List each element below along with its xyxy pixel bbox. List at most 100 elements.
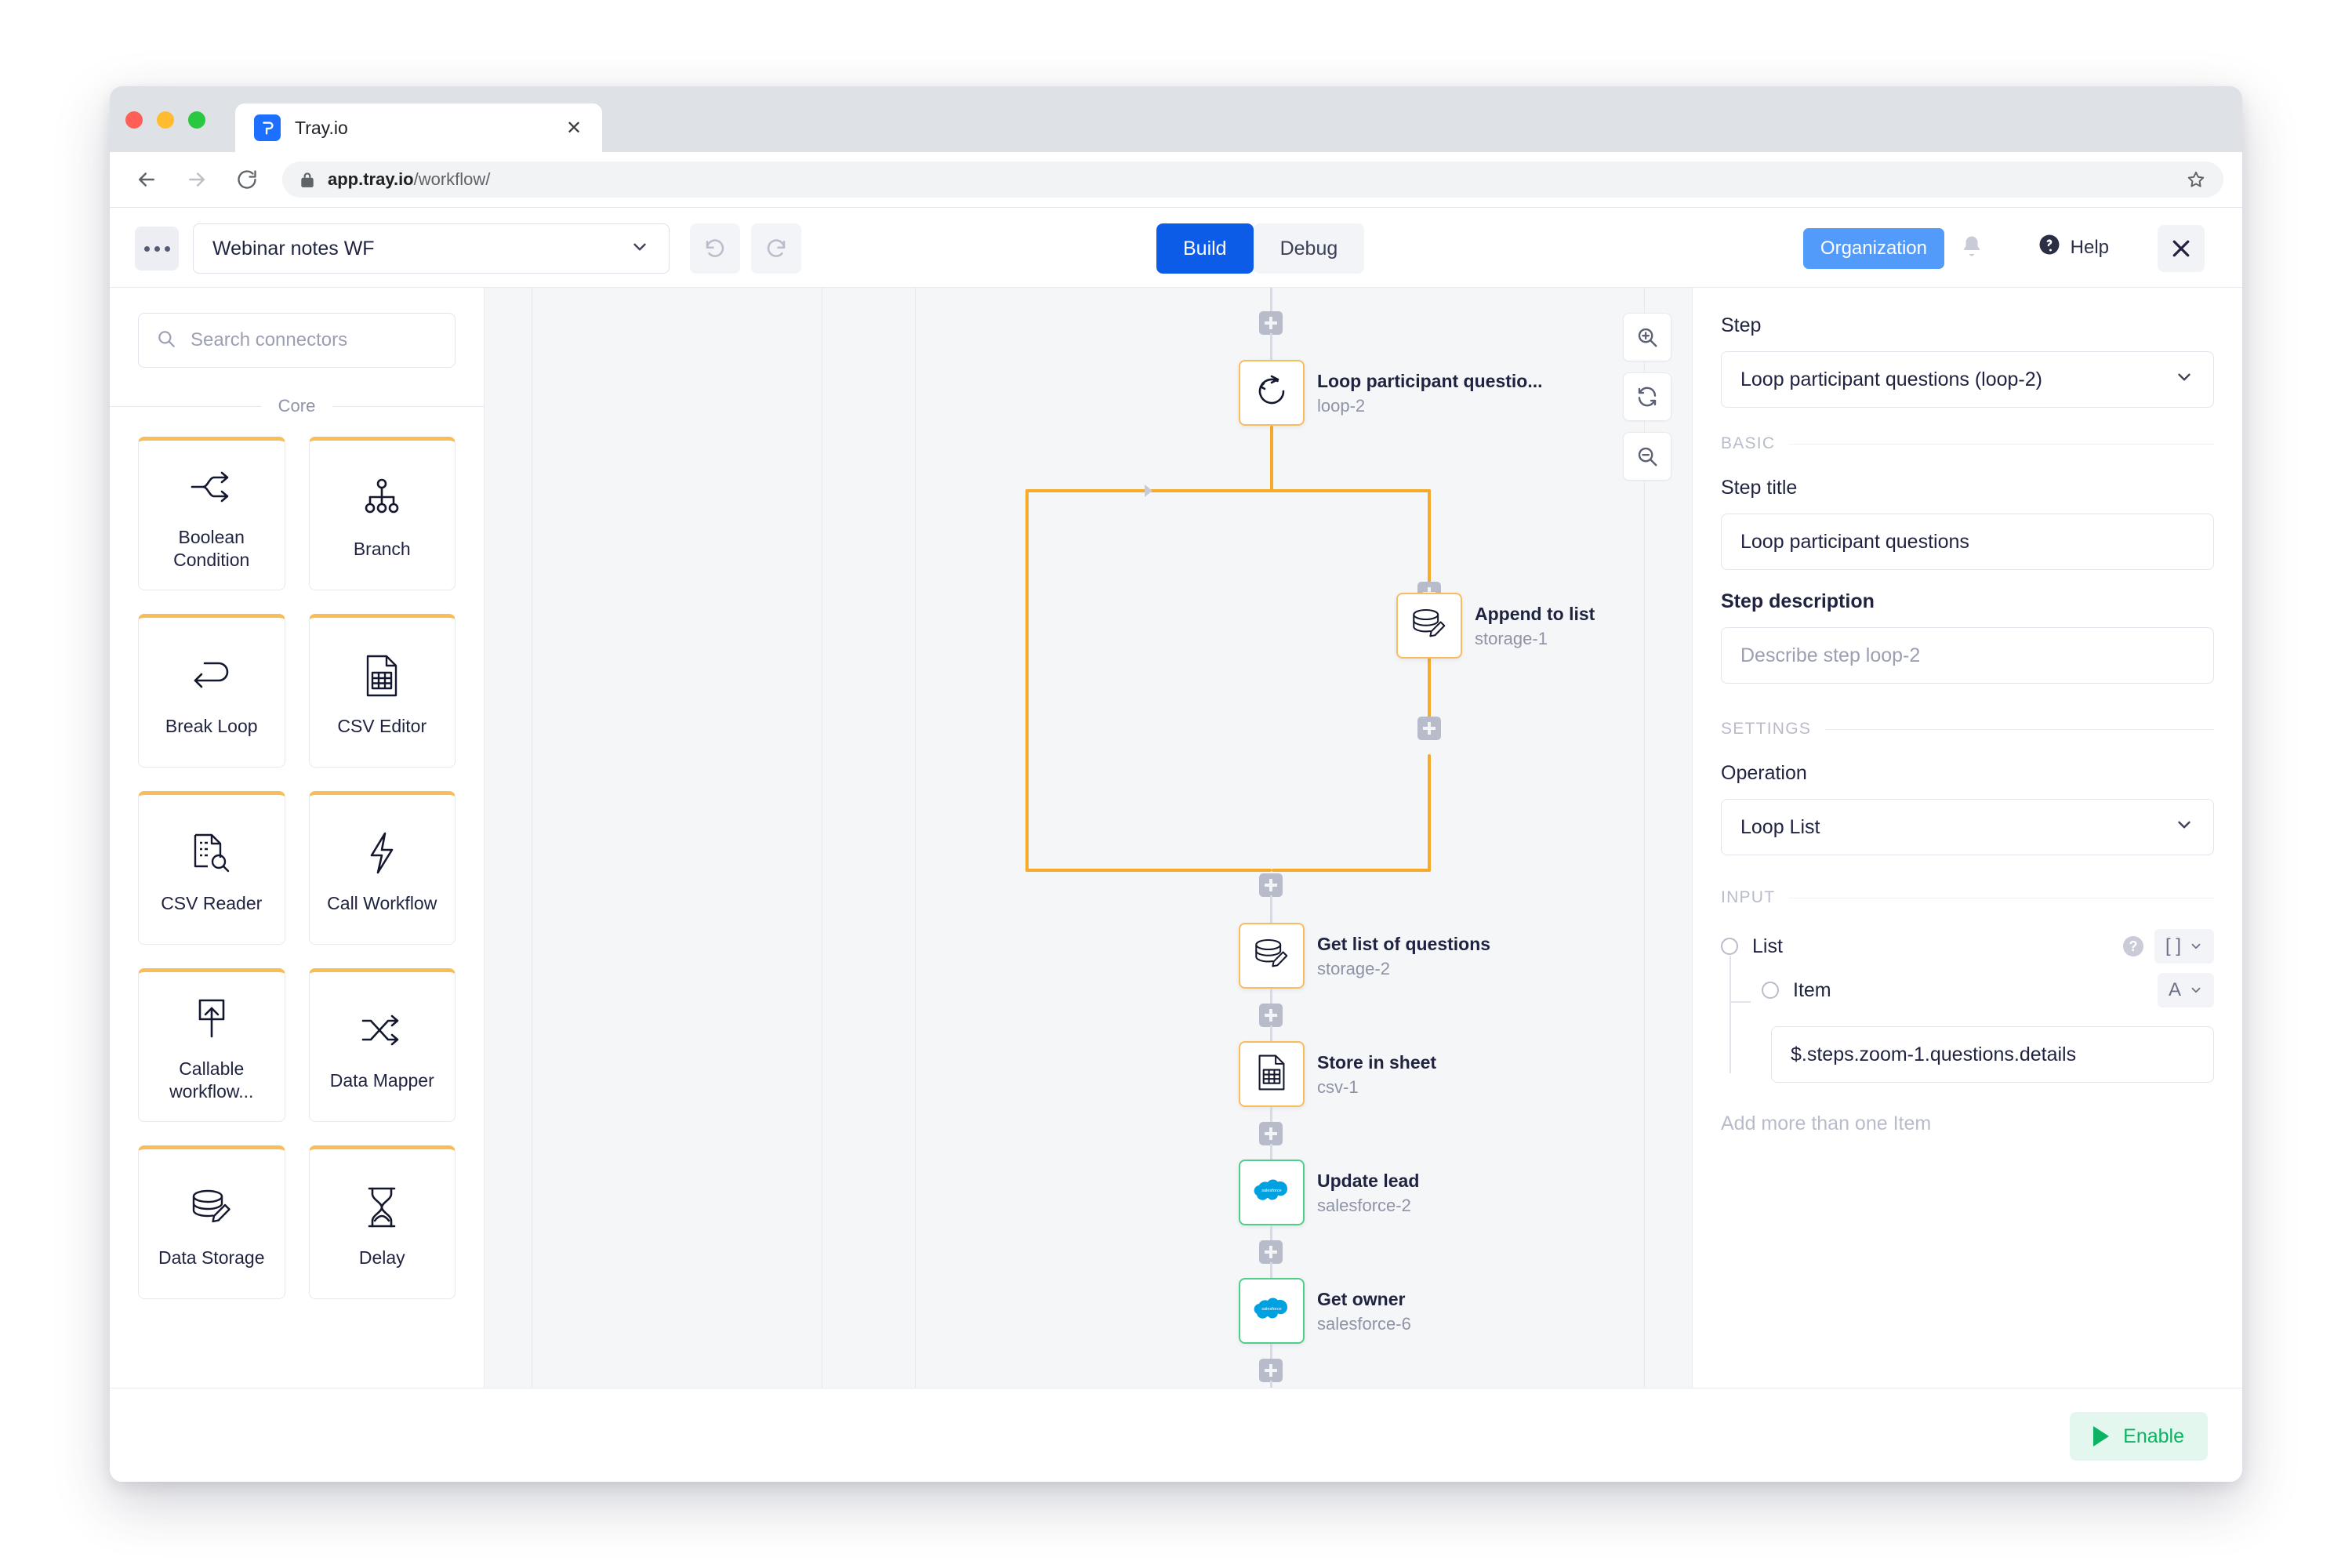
url-host: app.tray.io xyxy=(328,169,414,189)
canvas-zoom-controls xyxy=(1623,313,1671,481)
add-step-button[interactable] xyxy=(1259,1122,1283,1145)
help-icon[interactable]: ? xyxy=(2123,936,2143,956)
add-step-button[interactable] xyxy=(1259,1359,1283,1382)
section-label-input: INPUT xyxy=(1721,888,1789,907)
node-subtitle: csv-1 xyxy=(1317,1077,1436,1097)
close-icon[interactable]: ✕ xyxy=(563,117,585,139)
connector-card-csv-editor[interactable]: CSV Editor xyxy=(309,614,456,768)
node-title: Append to list xyxy=(1475,604,1595,624)
help-button[interactable]: Help xyxy=(2038,233,2109,262)
step-config-panel: Step Loop participant questions (loop-2)… xyxy=(1692,288,2242,1482)
maximize-window-button[interactable] xyxy=(188,111,205,129)
browser-titlebar: Tray.io ✕ xyxy=(110,86,2242,152)
tab-debug[interactable]: Debug xyxy=(1254,223,1365,274)
app-toolbar: Webinar notes WF Build Debug Organizatio… xyxy=(110,208,2242,288)
edge-arrow-icon xyxy=(1142,482,1159,499)
window-controls[interactable] xyxy=(125,111,205,129)
node-box[interactable] xyxy=(1239,1041,1305,1107)
item-connector-icon[interactable] xyxy=(1762,982,1779,999)
chevron-down-icon xyxy=(2174,815,2194,840)
organization-button[interactable]: Organization xyxy=(1803,228,1944,269)
connector-card-break-loop[interactable]: Break Loop xyxy=(138,614,285,768)
workflow-node-salesforce-6[interactable]: salesforce Get owner salesforce-6 xyxy=(1239,1278,1305,1344)
connector-card-boolean-condition[interactable]: Boolean Condition xyxy=(138,437,285,590)
address-bar[interactable]: app.tray.io/workflow/ xyxy=(282,162,2223,198)
step-description-input[interactable]: Describe step loop-2 xyxy=(1721,627,2214,684)
connector-card-csv-reader[interactable]: CSV Reader xyxy=(138,791,285,945)
break-loop-icon xyxy=(189,648,234,704)
node-box[interactable] xyxy=(1239,923,1305,989)
operation-select[interactable]: Loop List xyxy=(1721,799,2214,855)
browser-tab[interactable]: Tray.io ✕ xyxy=(235,103,602,152)
close-window-button[interactable] xyxy=(125,111,143,129)
connector-grid: Boolean Condition Branch B xyxy=(110,437,484,1299)
screenshot-root: Tray.io ✕ app.tray.io/workflow/ xyxy=(0,0,2352,1568)
connector-card-data-mapper[interactable]: Data Mapper xyxy=(309,968,456,1122)
add-step-button[interactable] xyxy=(1259,311,1283,335)
add-step-button[interactable] xyxy=(1417,717,1441,740)
list-type-value: [ ] xyxy=(2165,935,2181,957)
zoom-in-button[interactable] xyxy=(1623,313,1671,361)
step-title-input[interactable]: Loop participant questions xyxy=(1721,514,2214,570)
add-more-items-link[interactable]: Add more than one Item xyxy=(1721,1112,2214,1135)
connector-card-call-workflow[interactable]: Call Workflow xyxy=(309,791,456,945)
redo-button[interactable] xyxy=(751,223,801,274)
forward-icon[interactable] xyxy=(179,162,215,198)
item-type-select[interactable]: A xyxy=(2158,973,2214,1007)
connector-label: Branch xyxy=(354,538,411,561)
connector-card-data-storage[interactable]: Data Storage xyxy=(138,1145,285,1299)
section-label-basic: BASIC xyxy=(1721,434,1789,453)
search-icon xyxy=(156,328,176,353)
connector-label: CSV Reader xyxy=(161,892,262,915)
call-workflow-icon xyxy=(366,825,397,881)
tray-io-logo-icon xyxy=(254,114,281,141)
back-icon[interactable] xyxy=(129,162,165,198)
input-row-list[interactable]: List ? [ ] xyxy=(1721,924,2214,968)
add-step-button[interactable] xyxy=(1259,873,1283,897)
tree-hline xyxy=(1730,1001,1751,1003)
input-tree: List ? [ ] Ite xyxy=(1721,924,2214,1083)
item-value-input[interactable]: $.steps.zoom-1.questions.details xyxy=(1771,1026,2214,1083)
workflow-node-storage-1[interactable]: Append to list storage-1 xyxy=(1396,593,1462,659)
browser-urlbar: app.tray.io/workflow/ xyxy=(110,152,2242,207)
connector-card-callable-workflow[interactable]: Callable workflow... xyxy=(138,968,285,1122)
list-type-select[interactable]: [ ] xyxy=(2154,929,2214,964)
node-box[interactable]: salesforce xyxy=(1239,1160,1305,1225)
connector-card-delay[interactable]: Delay xyxy=(309,1145,456,1299)
add-step-button[interactable] xyxy=(1259,1240,1283,1264)
section-divider-input: INPUT xyxy=(1721,888,2214,907)
zoom-reset-button[interactable] xyxy=(1623,372,1671,421)
edge xyxy=(1270,1262,1272,1279)
workflow-node-salesforce-2[interactable]: salesforce Update lead salesforce-2 xyxy=(1239,1160,1305,1225)
node-box[interactable] xyxy=(1396,593,1462,659)
search-input[interactable]: Search connectors xyxy=(138,313,456,368)
close-workflow-button[interactable] xyxy=(2158,225,2205,272)
workflow-node-loop-2[interactable]: Loop participant questio... loop-2 xyxy=(1239,360,1305,426)
node-subtitle: loop-2 xyxy=(1317,396,1543,416)
section-divider-basic: BASIC xyxy=(1721,434,2214,453)
connector-card-branch[interactable]: Branch xyxy=(309,437,456,590)
workflow-name-select[interactable]: Webinar notes WF xyxy=(193,223,670,274)
node-box[interactable] xyxy=(1239,360,1305,426)
connector-label: Call Workflow xyxy=(327,892,437,915)
tab-build[interactable]: Build xyxy=(1156,223,1254,274)
workflow-canvas[interactable]: Loop participant questio... loop-2 Appe xyxy=(485,288,1692,1482)
notification-bell-icon[interactable] xyxy=(1960,234,1984,262)
input-row-item[interactable]: Item A xyxy=(1762,968,2214,1012)
more-menu-button[interactable] xyxy=(135,227,179,270)
enable-button[interactable]: Enable xyxy=(2070,1412,2208,1461)
minimize-window-button[interactable] xyxy=(157,111,174,129)
step-select[interactable]: Loop participant questions (loop-2) xyxy=(1721,351,2214,408)
connector-label: CSV Editor xyxy=(337,715,426,738)
help-circle-icon xyxy=(2038,233,2061,262)
zoom-out-button[interactable] xyxy=(1623,432,1671,481)
add-step-button[interactable] xyxy=(1259,1004,1283,1027)
list-connector-icon[interactable] xyxy=(1721,938,1738,955)
node-box[interactable]: salesforce xyxy=(1239,1278,1305,1344)
undo-button[interactable] xyxy=(690,223,740,274)
bookmark-star-icon[interactable] xyxy=(2186,169,2206,190)
play-icon xyxy=(2093,1426,2109,1446)
reload-icon[interactable] xyxy=(229,162,265,198)
workflow-node-storage-2[interactable]: Get list of questions storage-2 xyxy=(1239,923,1305,989)
workflow-node-csv-1[interactable]: Store in sheet csv-1 xyxy=(1239,1041,1305,1107)
